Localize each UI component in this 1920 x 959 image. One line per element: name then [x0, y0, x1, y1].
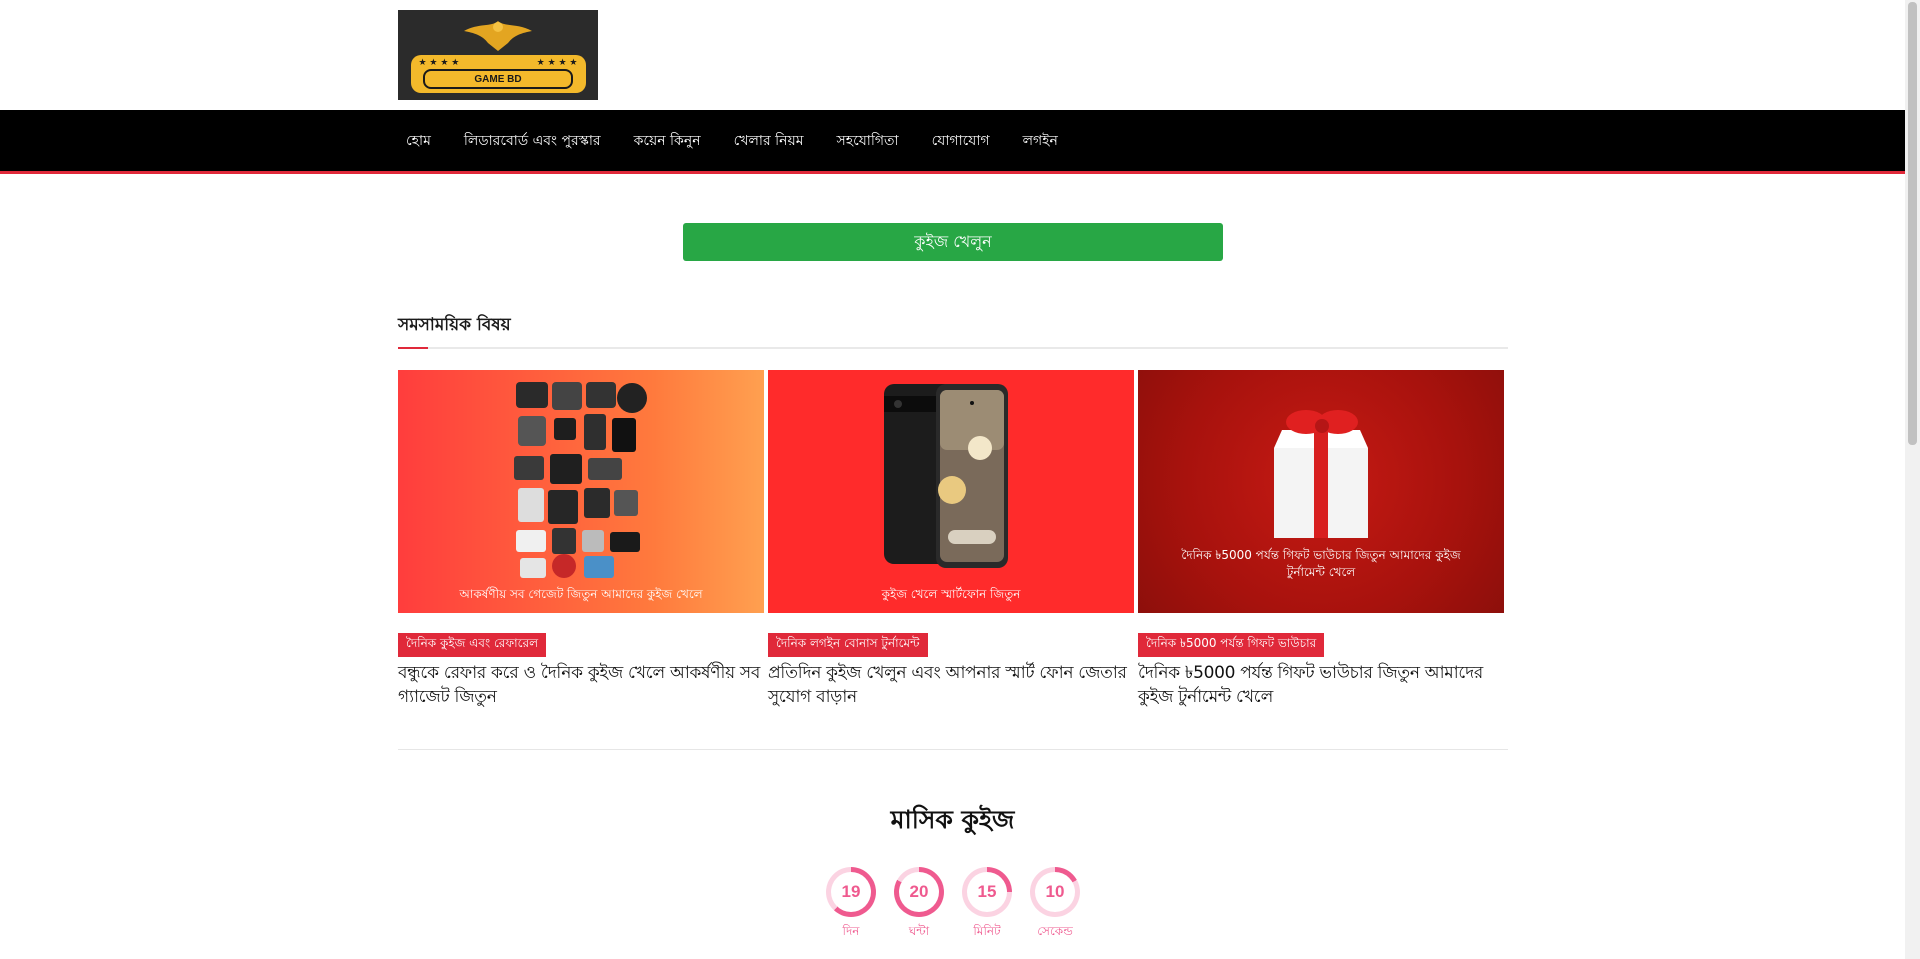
logo-stars-left: ★ ★ ★ ★ — [418, 58, 460, 68]
section-title: সমসাময়িক বিষয় — [398, 315, 511, 335]
countdown-label: দিন — [842, 924, 860, 938]
section-divider — [398, 347, 1508, 349]
card-image[interactable]: দৈনিক ৳5000 পর্যন্ত গিফট ভাউচার জিতুন আম… — [1138, 370, 1504, 613]
nav-item-login[interactable]: লগইন — [1015, 129, 1074, 153]
smartphone-icon — [884, 384, 1008, 568]
nav-item-leaderboard[interactable]: লিডারবোর্ড এবং পুরস্কার — [456, 129, 617, 153]
countdown-label: মিনিট — [973, 924, 1001, 938]
main-navbar: হোম লিডারবোর্ড এবং পুরস্কার কয়েন কিনুন … — [0, 110, 1905, 174]
content-divider — [398, 749, 1508, 750]
card-image-caption: দৈনিক ৳5000 পর্যন্ত গিফট ভাউচার জিতুন আম… — [1181, 548, 1461, 579]
countdown-value: 10 — [1045, 882, 1065, 901]
category-badge[interactable]: দৈনিক কুইজ এবং রেফারেল — [398, 633, 547, 657]
nav-menu: হোম লিডারবোর্ড এবং পুরস্কার কয়েন কিনুন … — [398, 110, 1083, 171]
countdown-ring: 20 — [894, 867, 944, 917]
logo-plate: ★ ★ ★ ★ ★ ★ ★ ★ GAME BD — [410, 55, 586, 93]
gadgets-collage-icon — [514, 382, 647, 578]
countdown-value: 19 — [841, 882, 861, 901]
news-card: আকর্ষণীয় সব গেজেট জিতুন আমাদের কুইজ খেল… — [398, 370, 764, 709]
nav-item-buy-coins[interactable]: কয়েন কিনুন — [626, 129, 717, 153]
monthly-quiz-title: মাসিক কুইজ — [890, 805, 1015, 834]
news-card: দৈনিক ৳5000 পর্যন্ত গিফট ভাউচার জিতুন আম… — [1138, 370, 1504, 709]
logo-text: GAME BD — [423, 69, 573, 89]
nav-item-rules[interactable]: খেলার নিয়ম — [726, 129, 820, 153]
card-title-link[interactable]: প্রতিদিন কুইজ খেলুন এবং আপনার স্মার্ট ফো… — [768, 661, 1134, 709]
page-scrollbar[interactable] — [1905, 0, 1920, 959]
logo-stars-right: ★ ★ ★ ★ — [536, 58, 578, 68]
category-badge[interactable]: দৈনিক ৳5000 পর্যন্ত গিফট ভাউচার — [1138, 633, 1325, 657]
countdown-ring: 15 — [962, 867, 1012, 917]
countdown-minutes: 15 মিনিট — [962, 867, 1012, 943]
countdown-value: 20 — [909, 882, 929, 901]
countdown-label: সেকেন্ড — [1037, 924, 1073, 938]
page: ★ ★ ★ ★ ★ ★ ★ ★ GAME BD হোম লিডারবোর্ড এ… — [0, 0, 1920, 959]
card-image-caption: আকর্ষণীয় সব গেজেট জিতুন আমাদের কুইজ খেল… — [459, 587, 703, 601]
news-card: কুইজ খেলে স্মার্টফোন জিতুন দৈনিক লগইন বো… — [768, 370, 1134, 709]
nav-item-contact[interactable]: যোগাযোগ — [924, 129, 1006, 153]
site-logo[interactable]: ★ ★ ★ ★ ★ ★ ★ ★ GAME BD — [398, 10, 598, 100]
countdown-hours: 20 ঘন্টা — [894, 867, 944, 943]
play-quiz-button[interactable]: কুইজ খেলুন — [683, 223, 1223, 261]
countdown-ring: 10 — [1030, 867, 1080, 917]
countdown-label: ঘন্টা — [908, 924, 930, 938]
nav-item-home[interactable]: হোম — [398, 129, 447, 153]
card-image[interactable]: আকর্ষণীয় সব গেজেট জিতুন আমাদের কুইজ খেল… — [398, 370, 764, 613]
card-image-caption: কুইজ খেলে স্মার্টফোন জিতুন — [881, 587, 1021, 601]
countdown-seconds: 10 সেকেন্ড — [1030, 867, 1080, 943]
category-badge[interactable]: দৈনিক লগইন বোনাস টুর্নামেন্ট — [768, 633, 928, 657]
card-image[interactable]: কুইজ খেলে স্মার্টফোন জিতুন — [768, 370, 1134, 613]
nav-item-support[interactable]: সহযোগিতা — [828, 129, 914, 153]
card-title-link[interactable]: দৈনিক ৳5000 পর্যন্ত গিফট ভাউচার জিতুন আম… — [1138, 661, 1504, 709]
countdown-value: 15 — [977, 882, 997, 901]
section-divider-accent — [398, 347, 428, 349]
eagle-emblem-icon — [464, 21, 532, 51]
scrollbar-thumb[interactable] — [1908, 2, 1917, 445]
card-title-link[interactable]: বন্ধুকে রেফার করে ও দৈনিক কুইজ খেলে আকর্… — [398, 661, 764, 709]
countdown-days: 19 দিন — [826, 867, 876, 943]
countdown-ring: 19 — [826, 867, 876, 917]
countdown-timer: 19 দিন 20 ঘন্টা 15 মিনিট 10 সেকেন্ড — [826, 867, 1098, 943]
